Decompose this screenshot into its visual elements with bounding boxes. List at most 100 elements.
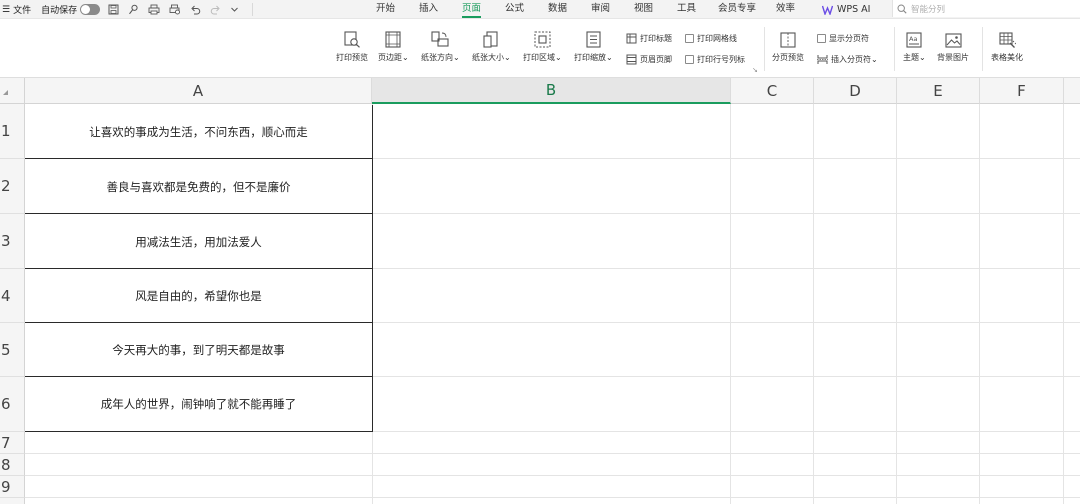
cell-a5[interactable]: 今天再大的事，到了明天都是故事	[25, 323, 372, 376]
row-header-10[interactable]: 10	[0, 498, 25, 504]
row-header-3[interactable]: 3	[0, 214, 25, 269]
print-titles-label: 打印标题	[640, 33, 672, 43]
header-footer-button[interactable]: 页眉页脚	[626, 52, 672, 66]
margins-button[interactable]: 页边距⌄	[378, 30, 409, 63]
page-break-preview-button[interactable]: 分页预览	[772, 30, 804, 63]
undo-icon[interactable]	[190, 4, 201, 15]
cell-a4[interactable]: 风是自由的，希望你也是	[25, 269, 372, 322]
ribbon-separator	[764, 27, 765, 71]
print-icon[interactable]	[148, 4, 160, 15]
row-header-4[interactable]: 4	[0, 269, 25, 323]
print-preview-icon	[344, 31, 360, 48]
tab-page[interactable]: 页面	[462, 0, 482, 19]
print-area-button[interactable]: 打印区域⌄	[523, 30, 562, 63]
wps-ai-icon	[822, 5, 833, 15]
export-pdf-icon[interactable]	[128, 4, 139, 15]
print-row-col-headers-label: 打印行号列标	[697, 54, 745, 64]
row-header-5[interactable]: 5	[0, 323, 25, 377]
tab-home[interactable]: 开始	[376, 0, 395, 19]
autosave-label: 自动保存	[41, 6, 78, 16]
cell-border	[25, 322, 373, 323]
search-box[interactable]: 智能分列	[892, 0, 1080, 17]
show-page-breaks-option[interactable]: 显示分页符	[817, 31, 869, 45]
tab-wps-ai[interactable]: WPS AI	[822, 0, 870, 19]
margins-dropdown-icon: ⌄	[402, 53, 409, 62]
column-header-d[interactable]: D	[814, 78, 897, 104]
ribbon-page-layout: 打印预览 页边距⌄ 纸张方向⌄ 纸张大小⌄ 打印区域⌄ 打印缩放⌄ 打印标题 页…	[0, 19, 1080, 78]
insert-page-break-button[interactable]: 插入分页符⌄	[817, 52, 878, 66]
margins-label: 页边距	[378, 53, 402, 62]
worksheet-grid[interactable]: A B C D E F 1 2 3 4 5 6 7 8 9 10	[0, 78, 1080, 504]
tab-member[interactable]: 会员专享	[718, 0, 756, 19]
search-input[interactable]: 智能分列	[911, 3, 945, 15]
print-titles-icon	[626, 33, 637, 43]
hamburger-menu-icon[interactable]: ☰	[2, 5, 10, 15]
file-menu[interactable]: ☰ 文件	[0, 3, 31, 17]
column-header-c[interactable]: C	[731, 78, 814, 104]
tab-view[interactable]: 视图	[634, 0, 653, 19]
row-header-9[interactable]: 9	[0, 476, 25, 498]
print-preview-quick-icon[interactable]	[169, 4, 181, 15]
print-gridlines-checkbox[interactable]	[685, 33, 694, 43]
title-bar-separator	[252, 3, 253, 16]
tab-efficiency[interactable]: 效率	[776, 0, 795, 19]
print-row-col-headers-option[interactable]: 打印行号列标	[685, 52, 745, 66]
cell-a1[interactable]: 让喜欢的事成为生活，不问东西，顺心而走	[25, 105, 372, 158]
cell-a2[interactable]: 善良与喜欢都是免费的，但不是廉价	[25, 160, 372, 213]
svg-text:Aa: Aa	[909, 35, 917, 43]
print-titles-button[interactable]: 打印标题	[626, 31, 672, 45]
print-gridlines-option[interactable]: 打印网格线	[685, 31, 737, 45]
print-scale-label: 打印缩放	[574, 53, 606, 62]
gridline	[979, 104, 980, 504]
autosave-toggle[interactable]	[80, 4, 101, 15]
column-header-overflow	[1064, 78, 1080, 104]
orientation-button[interactable]: 纸张方向⌄	[421, 30, 460, 63]
paper-size-dropdown-icon: ⌄	[504, 53, 511, 62]
column-header-e[interactable]: E	[897, 78, 980, 104]
page-break-preview-label: 分页预览	[772, 53, 804, 62]
row-header-6[interactable]: 6	[0, 377, 25, 432]
tab-insert[interactable]: 插入	[419, 0, 438, 19]
show-page-breaks-checkbox[interactable]	[817, 33, 826, 43]
print-preview-button[interactable]: 打印预览	[336, 30, 368, 63]
autosave: 自动保存	[41, 3, 101, 16]
tab-tools[interactable]: 工具	[677, 0, 696, 19]
row-header-8[interactable]: 8	[0, 454, 25, 476]
title-bar-left: ☰ 文件 自动保存	[0, 0, 239, 19]
show-page-breaks-label: 显示分页符	[829, 33, 869, 43]
column-header-f[interactable]: F	[980, 78, 1064, 104]
table-beautify-button[interactable]: 表格美化	[991, 30, 1023, 63]
tab-formula[interactable]: 公式	[505, 0, 524, 19]
row-header-2[interactable]: 2	[0, 159, 25, 214]
theme-icon: Aa	[906, 32, 922, 48]
page-break-preview-icon	[780, 32, 796, 48]
select-all-corner[interactable]	[0, 78, 25, 104]
tab-review[interactable]: 审阅	[591, 0, 610, 19]
title-bar: ☰ 文件 自动保存 开始 插入 页面 公式 数据 审阅 视图 工具 会员专享 效…	[0, 0, 1080, 19]
row-header-7[interactable]: 7	[0, 432, 25, 454]
redo-icon[interactable]	[210, 4, 221, 15]
row-header-1[interactable]: 1	[0, 104, 25, 159]
cell-a3[interactable]: 用减法生活，用加法爱人	[25, 215, 372, 268]
print-row-col-headers-checkbox[interactable]	[685, 54, 694, 64]
cell-a6[interactable]: 成年人的世界，闹钟响了就不能再睡了	[25, 377, 372, 431]
column-header-b[interactable]: B	[372, 78, 731, 104]
page-setup-launcher-icon[interactable]: ↘	[752, 66, 758, 74]
print-scale-button[interactable]: 打印缩放⌄	[574, 30, 613, 63]
cell-border	[25, 431, 373, 432]
paper-size-icon	[483, 31, 498, 48]
customize-toolbar-chevron-icon[interactable]	[230, 5, 239, 14]
column-header-a[interactable]: A	[25, 78, 372, 104]
insert-page-break-icon	[817, 54, 828, 64]
cell-border	[25, 268, 373, 269]
tab-wps-ai-label: WPS AI	[837, 3, 871, 15]
background-image-button[interactable]: 背景图片	[937, 30, 969, 63]
gridline	[25, 475, 1080, 476]
tab-data[interactable]: 数据	[548, 0, 567, 19]
paper-size-button[interactable]: 纸张大小⌄	[472, 30, 511, 63]
print-preview-label: 打印预览	[336, 53, 368, 62]
theme-button[interactable]: Aa 主题⌄	[903, 30, 926, 63]
save-icon[interactable]	[108, 4, 119, 15]
cell-border	[25, 213, 373, 214]
margins-icon	[385, 31, 401, 48]
